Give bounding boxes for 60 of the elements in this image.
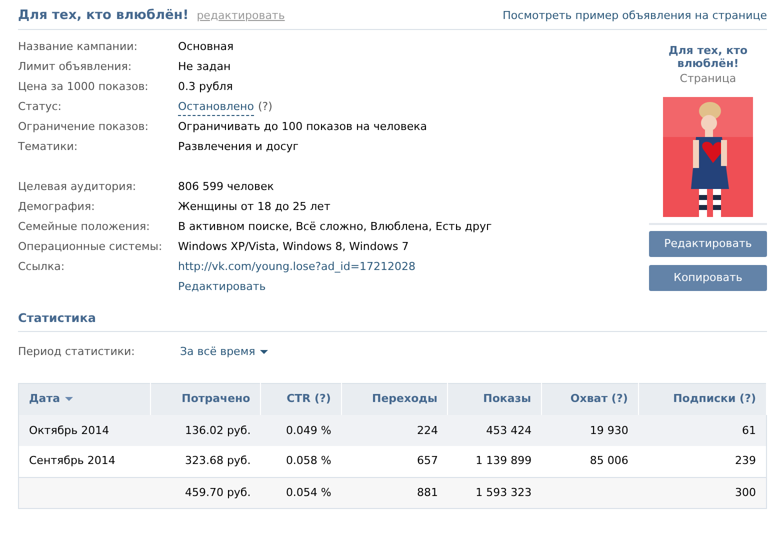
table-cell: 453 424 <box>448 415 542 446</box>
field-label: Ссылка: <box>18 259 66 276</box>
table-cell: 0.054 % <box>260 477 342 508</box>
table-cell: 136.02 руб. <box>150 415 261 446</box>
table-cell: 1 139 899 <box>448 446 542 478</box>
help-link[interactable]: (?) <box>258 98 272 116</box>
field-label: Тематики: <box>18 139 79 156</box>
column-header[interactable]: CTR (?) <box>260 383 342 416</box>
column-header[interactable]: Дата <box>18 383 150 416</box>
field-label: Статус: <box>18 99 63 116</box>
field-value: 806 599 человек <box>178 179 274 196</box>
preview-link[interactable]: Посмотреть пример объявления на странице <box>502 8 767 24</box>
field-label: Семейные положения: <box>18 219 151 236</box>
status-link[interactable]: Остановлено <box>178 98 254 116</box>
action-button[interactable]: Копировать <box>649 265 767 292</box>
preview-subtitle: Страница <box>678 70 738 87</box>
table-cell: 1 593 323 <box>448 477 542 508</box>
table-cell: 0.058 % <box>260 446 342 478</box>
field-value: Не задан <box>178 59 231 76</box>
field-value: Основная <box>178 39 234 56</box>
column-header[interactable]: Охват (?) <box>542 383 638 416</box>
field-value: Развлечения и досуг <box>178 139 299 156</box>
field-value: Женщины от 18 до 25 лет <box>178 199 330 216</box>
column-header[interactable]: Потрачено <box>150 383 261 416</box>
field-label: Ограничение показов: <box>18 119 150 136</box>
period-dropdown[interactable]: За всё время <box>180 344 268 361</box>
preview-title: Для тех, кто влюблён! <box>667 44 749 70</box>
ad-title: Для тех, кто влюблён! <box>18 7 189 25</box>
edit-link[interactable]: Редактировать <box>178 279 266 296</box>
column-header[interactable]: Переходы <box>341 383 448 416</box>
table-cell: 323.68 руб. <box>150 446 261 478</box>
field-label: Демография: <box>18 199 96 216</box>
column-header[interactable]: Показы <box>448 383 542 416</box>
field-value: В активном поиске, Всё сложно, Влюблена, Есть друг <box>178 219 492 236</box>
field-label: Операционные системы: <box>18 239 164 256</box>
column-header[interactable]: Подписки (?) <box>638 383 766 416</box>
table-cell: 0.049 % <box>260 415 342 446</box>
table-cell: Сентябрь 2014 <box>18 446 150 478</box>
field-label: Название кампании: <box>18 39 139 56</box>
field-label: Целевая аудитория: <box>18 179 138 196</box>
table-cell: 224 <box>341 415 448 446</box>
table-cell: Октябрь 2014 <box>18 415 150 446</box>
table-cell: 881 <box>341 477 448 508</box>
table-cell: 61 <box>638 415 766 446</box>
edit-link[interactable]: редактировать <box>196 8 285 24</box>
table-cell: 85 006 <box>542 446 638 478</box>
field-label: Цена за 1000 показов: <box>18 79 150 96</box>
field-label: Период статистики: <box>18 344 136 360</box>
table-cell: 239 <box>638 446 766 478</box>
table-cell: 19 930 <box>542 415 638 446</box>
field-value: Ограничивать до 100 показов на человека <box>178 119 428 136</box>
url-link[interactable]: http://vk.com/young.lose?ad_id=17212028 <box>178 259 416 276</box>
table-cell: 300 <box>638 477 766 508</box>
table-cell: 459.70 руб. <box>150 477 261 508</box>
field-label: Лимит объявления: <box>18 59 133 76</box>
field-value: 0.3 рубля <box>178 79 233 96</box>
field-value: Windows XP/Vista, Windows 8, Windows 7 <box>178 239 409 256</box>
action-button[interactable]: Редактировать <box>649 231 767 258</box>
section-title: Статистика <box>18 309 767 332</box>
table-cell: 657 <box>341 446 448 478</box>
